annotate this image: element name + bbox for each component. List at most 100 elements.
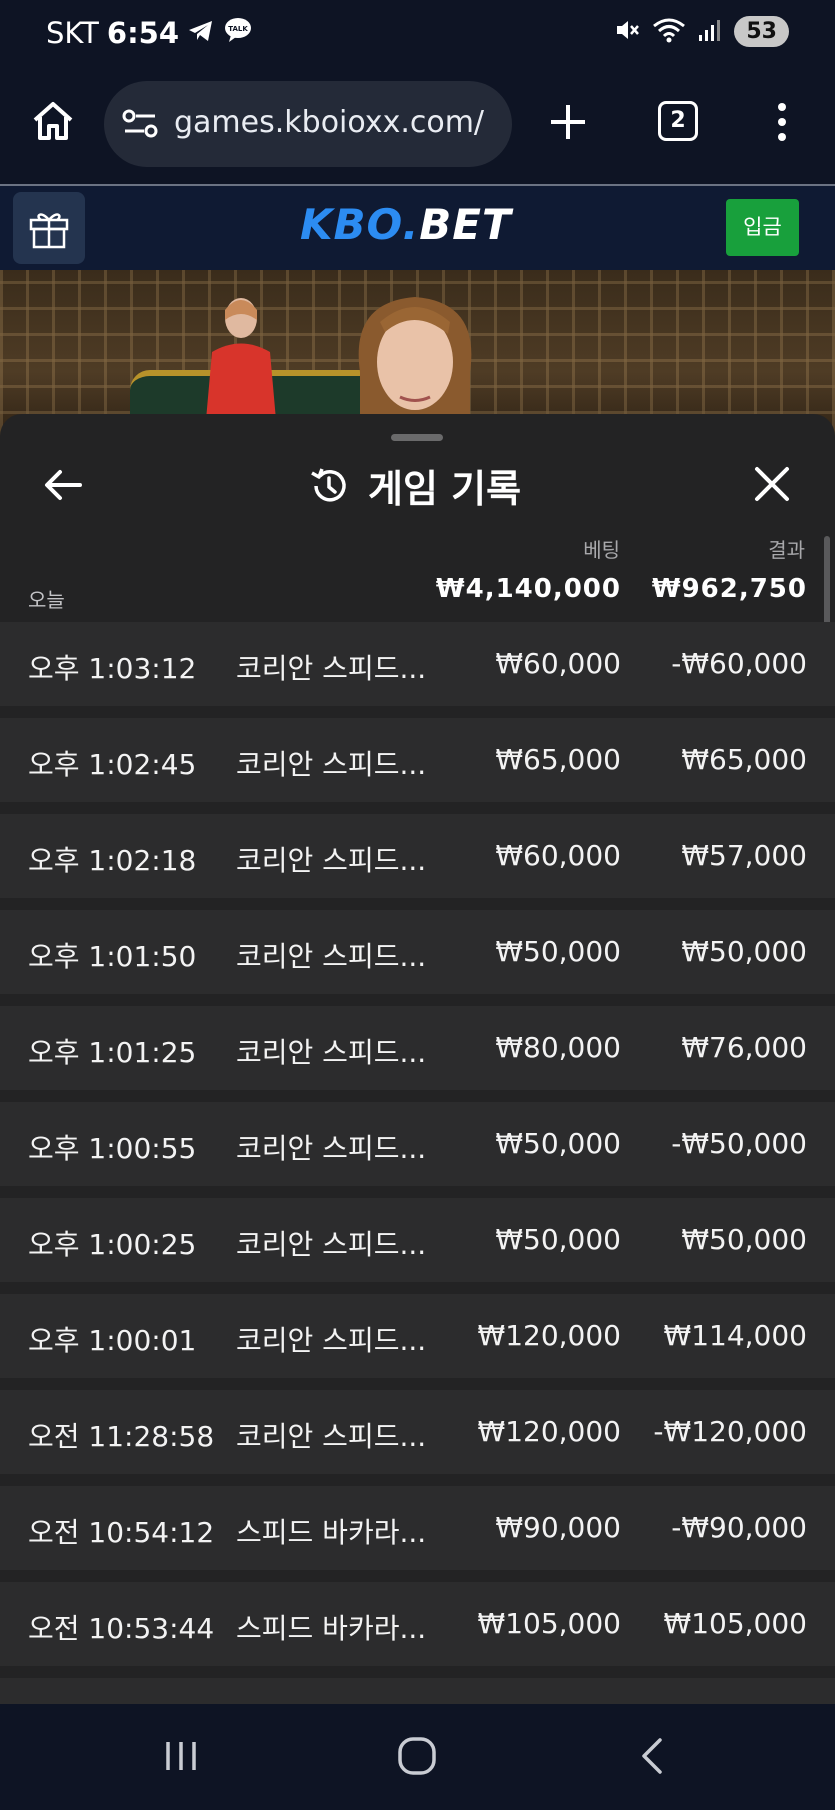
row-time: 오후 1:00:55 [28, 1132, 197, 1165]
home-button[interactable] [30, 98, 76, 144]
history-row[interactable]: 오후 1:00:25 코리안 스피드... ₩50,000 ₩50,000 [0, 1198, 835, 1282]
logo-part-kbo: KBO. [300, 200, 420, 249]
row-bet: ₩105,000 [477, 1607, 621, 1640]
row-result: ₩50,000 [681, 935, 807, 968]
system-back-button[interactable] [632, 1736, 672, 1780]
row-game: 코리안 스피드... [236, 1036, 427, 1069]
row-result: ₩76,000 [681, 1031, 807, 1064]
battery-indicator: 53 [734, 16, 789, 47]
site-logo[interactable]: KBO.BET [300, 200, 512, 249]
row-result: ₩114,000 [663, 1319, 807, 1352]
system-home-button[interactable] [395, 1736, 439, 1780]
row-bet: ₩80,000 [495, 1031, 621, 1064]
address-bar[interactable]: games.kboioxx.com/ [104, 81, 512, 167]
row-result: ₩50,000 [681, 1223, 807, 1256]
recents-icon [166, 1742, 196, 1770]
url-text: games.kboioxx.com/ [174, 105, 485, 140]
new-tab-button[interactable] [546, 100, 590, 144]
bet-column-label: 베팅 [583, 538, 620, 562]
row-bet: ₩50,000 [495, 935, 621, 968]
result-column-label: 결과 [768, 538, 805, 562]
row-time: 오전 10:54:12 [28, 1516, 215, 1549]
close-button[interactable] [752, 464, 792, 504]
row-game: 코리안 스피드... [236, 844, 427, 877]
row-time: 오후 1:01:25 [28, 1036, 197, 1069]
history-row[interactable]: 오전 10:53:44 스피드 바카라... ₩105,000 ₩105,000 [0, 1582, 835, 1666]
row-game: 스피드 바카라... [236, 1516, 427, 1549]
row-time: 오후 1:00:01 [28, 1324, 197, 1357]
system-nav-bar [0, 1704, 835, 1810]
deposit-button[interactable]: 입금 [726, 199, 799, 256]
row-result: -₩60,000 [671, 647, 807, 680]
arrow-left-icon [45, 470, 82, 500]
logo-part-bet: BET [419, 200, 512, 249]
close-icon [755, 467, 789, 501]
row-game: 코리안 스피드... [236, 1324, 427, 1357]
history-row[interactable]: 오후 1:02:18 코리안 스피드... ₩60,000 ₩57,000 [0, 814, 835, 898]
clock: 6:54 [106, 16, 180, 50]
site-settings-icon[interactable] [122, 109, 158, 139]
home-circle-icon [398, 1737, 436, 1775]
row-time: 오전 10:53:44 [28, 1612, 215, 1645]
row-bet: ₩60,000 [495, 839, 621, 872]
browser-toolbar: games.kboioxx.com/ 2 [0, 70, 835, 184]
carrier-label: SKT [46, 16, 99, 50]
telegram-icon [187, 16, 215, 50]
status-bar: SKT 6:54 TALK 53 [0, 0, 835, 70]
row-game: 코리안 스피드... [236, 1228, 427, 1261]
gift-button[interactable] [13, 192, 85, 264]
row-game: 코리안 스피드... [236, 652, 427, 685]
svg-text:TALK: TALK [228, 25, 248, 33]
status-left: SKT 6:54 TALK [46, 16, 253, 50]
page-title: 게임 기록 [368, 467, 522, 511]
row-bet: ₩50,000 [495, 1223, 621, 1256]
back-button[interactable] [42, 464, 84, 506]
browser-menu-button[interactable] [770, 100, 794, 144]
row-bet: ₩120,000 [477, 1415, 621, 1448]
history-row[interactable]: 오후 1:03:12 코리안 스피드... ₩60,000 -₩60,000 [0, 622, 835, 706]
row-bet: ₩65,000 [495, 743, 621, 776]
row-time: 오후 1:00:25 [28, 1228, 197, 1261]
row-game: 코리안 스피드... [236, 1420, 427, 1453]
row-result: ₩65,000 [681, 743, 807, 776]
tab-switcher-button[interactable]: 2 [658, 101, 698, 141]
history-row[interactable]: 오후 1:01:25 코리안 스피드... ₩80,000 ₩76,000 [0, 1006, 835, 1090]
game-history-sheet: 게임 기록 베팅 결과 오늘 ₩4,140,000 ₩962,750 오후 1:… [0, 414, 835, 1704]
more-vert-icon [778, 103, 786, 141]
row-result: -₩50,000 [671, 1127, 807, 1160]
today-label: 오늘 [28, 588, 65, 612]
row-result: -₩120,000 [653, 1415, 807, 1448]
wifi-icon [652, 17, 686, 47]
row-time: 오후 1:02:45 [28, 748, 197, 781]
row-game: 스피드 바카라... [236, 1612, 427, 1645]
plus-icon [551, 105, 585, 139]
history-row[interactable] [0, 1678, 835, 1704]
history-row[interactable]: 오후 1:02:45 코리안 스피드... ₩65,000 ₩65,000 [0, 718, 835, 802]
chevron-left-icon [642, 1738, 662, 1774]
history-summary: 베팅 결과 오늘 ₩4,140,000 ₩962,750 [0, 534, 835, 624]
history-row[interactable]: 오전 11:28:58 코리안 스피드... ₩120,000 -₩120,00… [0, 1390, 835, 1474]
history-list: 오후 1:03:12 코리안 스피드... ₩60,000 -₩60,000 오… [0, 622, 835, 1704]
history-row[interactable]: 오후 1:01:50 코리안 스피드... ₩50,000 ₩50,000 [0, 910, 835, 994]
row-game: 코리안 스피드... [236, 940, 427, 973]
history-row[interactable]: 오후 1:00:01 코리안 스피드... ₩120,000 ₩114,000 [0, 1294, 835, 1378]
drag-handle[interactable] [391, 434, 443, 441]
row-time: 오후 1:01:50 [28, 940, 197, 973]
history-row[interactable]: 오전 10:54:12 스피드 바카라... ₩90,000 -₩90,000 [0, 1486, 835, 1570]
total-result: ₩962,750 [651, 574, 807, 604]
dealer-figure [206, 298, 276, 420]
history-row[interactable]: 오후 1:00:55 코리안 스피드... ₩50,000 -₩50,000 [0, 1102, 835, 1186]
total-bet: ₩4,140,000 [435, 574, 621, 604]
row-time: 오후 1:02:18 [28, 844, 197, 877]
home-icon [33, 102, 73, 140]
history-icon [311, 467, 346, 502]
mute-icon [614, 17, 640, 47]
gift-icon [29, 213, 69, 249]
recents-button[interactable] [160, 1736, 204, 1780]
signal-icon [698, 18, 722, 46]
row-result: ₩57,000 [681, 839, 807, 872]
row-bet: ₩90,000 [495, 1511, 621, 1544]
row-result: -₩90,000 [671, 1511, 807, 1544]
row-bet: ₩120,000 [477, 1319, 621, 1352]
row-bet: ₩60,000 [495, 647, 621, 680]
